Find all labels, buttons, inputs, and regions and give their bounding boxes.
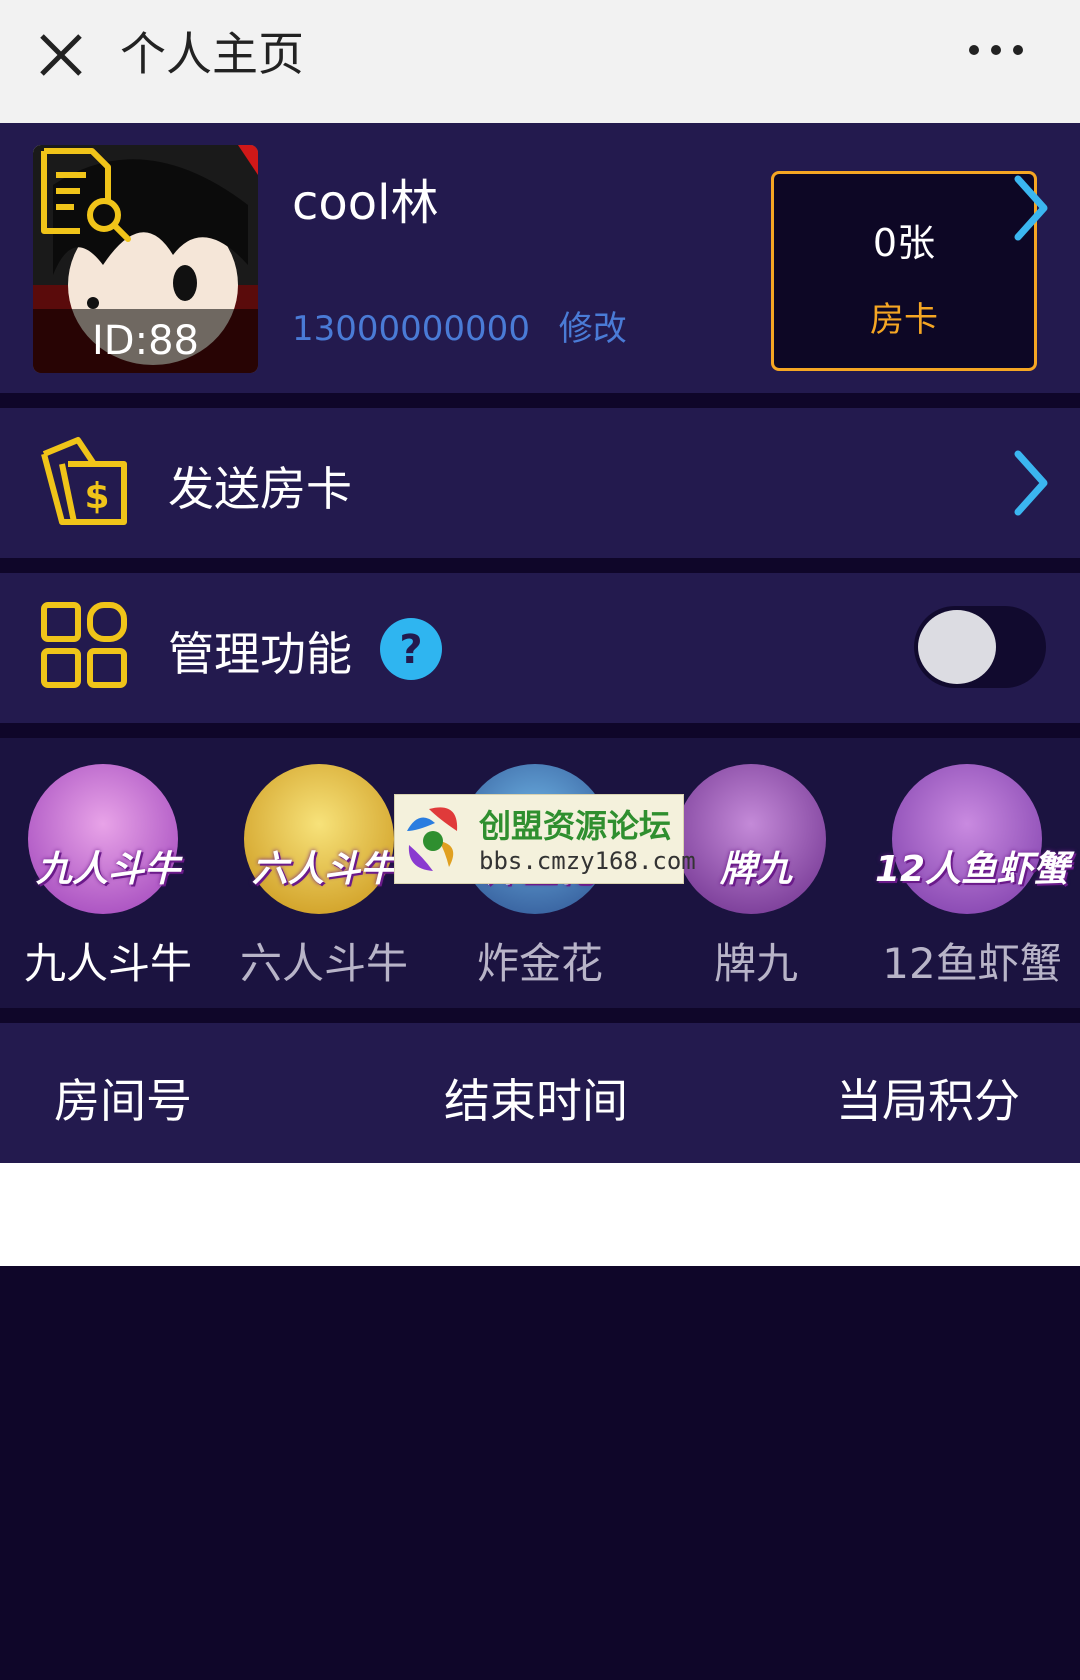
records-table-header: 房间号 结束时间 当局积分 (0, 1023, 1080, 1163)
game-name: 六人斗牛 (239, 939, 408, 988)
records-table-body (0, 1163, 1080, 1266)
column-header-end-time: 结束时间 (444, 1074, 628, 1128)
forum-watermark: 创盟资源论坛 bbs.cmzy168.com (394, 794, 696, 884)
grid-icon (41, 602, 127, 688)
column-header-round-score: 当局积分 (836, 1074, 1020, 1128)
search-document-icon[interactable] (36, 145, 136, 245)
page-title: 个人主页 (120, 27, 304, 81)
phone-row: 13000000000 修改 (292, 301, 627, 350)
game-badge: 九人斗牛 (35, 849, 180, 890)
game-name: 12鱼虾蟹 (882, 939, 1062, 988)
chevron-right-icon[interactable] (1012, 448, 1052, 518)
phone-number: 13000000000 (292, 309, 530, 349)
manage-toggle[interactable] (914, 606, 1046, 688)
room-card-label: 房卡 (870, 300, 938, 340)
close-icon[interactable] (36, 30, 86, 80)
game-name: 九人斗牛 (23, 939, 192, 988)
card-dollar-icon: $ (41, 437, 127, 525)
column-header-room-number: 房间号 (54, 1074, 192, 1128)
more-icon[interactable] (966, 30, 1026, 70)
svg-text:$: $ (84, 476, 109, 517)
watermark-url: bbs.cmzy168.com (479, 847, 696, 875)
game-yuxiaxie[interactable]: 12人鱼虾蟹 12鱼虾蟹 (864, 738, 1080, 1008)
manage-functions-label: 管理功能 (168, 627, 352, 681)
room-card-count: 0张 (872, 221, 936, 265)
forum-logo-icon (407, 807, 458, 871)
edit-phone-link[interactable]: 修改 (559, 301, 627, 350)
game-name: 牌九 (713, 939, 798, 988)
watermark-title: 创盟资源论坛 (479, 807, 672, 845)
svg-text:?: ? (399, 627, 422, 673)
game-badge: 12人鱼虾蟹 (874, 849, 1070, 890)
username: cool林 (292, 175, 439, 231)
game-jiuren-douniu[interactable]: 九人斗牛 九人斗牛 (0, 738, 216, 1008)
user-id-label: ID:88 (33, 309, 258, 373)
toggle-knob (918, 610, 996, 684)
profile-panel: ID:88 cool林 13000000000 修改 0张 房卡 (0, 123, 1080, 393)
game-name: 炸金花 (476, 939, 603, 988)
top-navbar: 个人主页 (0, 0, 1080, 123)
help-icon[interactable]: ? (378, 616, 444, 682)
send-room-card-row[interactable]: $ 发送房卡 (0, 408, 1080, 558)
room-card-box[interactable]: 0张 房卡 (771, 171, 1037, 371)
chevron-right-icon[interactable] (1012, 173, 1052, 243)
send-room-card-label: 发送房卡 (168, 462, 352, 516)
manage-functions-row: 管理功能 ? (0, 573, 1080, 723)
